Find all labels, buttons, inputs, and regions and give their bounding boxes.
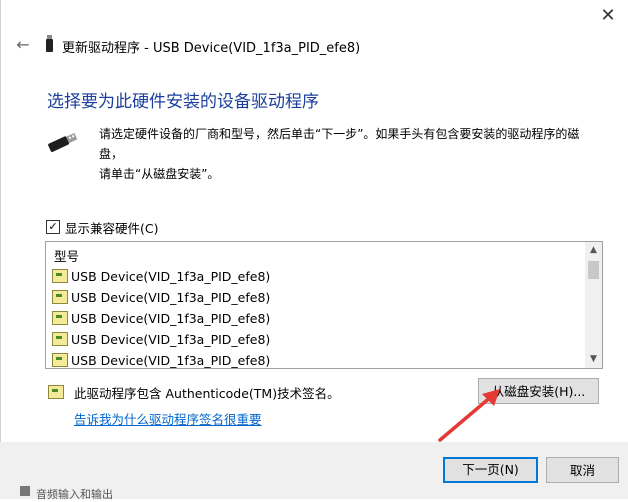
list-item[interactable]: USB Device(VID_1f3a_PID_efe8) bbox=[52, 308, 270, 328]
scroll-thumb[interactable] bbox=[588, 261, 599, 279]
page-heading: 选择要为此硬件安装的设备驱动程序 bbox=[47, 92, 319, 112]
usb-drive-icon bbox=[46, 35, 53, 52]
list-item[interactable]: USB Device(VID_1f3a_PID_efe8) bbox=[52, 287, 270, 307]
checkbox-check-icon[interactable]: ✓ bbox=[46, 220, 60, 234]
scroll-down-icon[interactable]: ▼ bbox=[585, 351, 602, 368]
driver-package-icon bbox=[52, 311, 68, 325]
scroll-up-icon[interactable]: ▲ bbox=[585, 242, 602, 259]
list-item-label: USB Device(VID_1f3a_PID_efe8) bbox=[71, 268, 271, 284]
signature-status-text: 此驱动程序包含 Authenticode(TM)技术签名。 bbox=[74, 386, 340, 401]
instruction-text: 请选定硬件设备的厂商和型号，然后单击“下一步”。如果手头有包含要安装的驱动程序的… bbox=[99, 124, 599, 184]
list-item[interactable]: USB Device(VID_1f3a_PID_efe8) bbox=[52, 266, 270, 286]
list-header-model: 型号 bbox=[54, 249, 80, 264]
instruction-line: 请单击“从磁盘安装”。 bbox=[99, 167, 220, 181]
instruction-line: 请选定硬件设备的厂商和型号，然后单击“下一步”。如果手头有包含要安装的驱动程序的… bbox=[99, 127, 580, 161]
close-button[interactable]: ✕ bbox=[594, 2, 622, 30]
list-item-label: USB Device(VID_1f3a_PID_efe8) bbox=[71, 289, 271, 305]
list-scrollbar[interactable]: ▲ ▼ bbox=[585, 242, 602, 368]
list-item-label: USB Device(VID_1f3a_PID_efe8) bbox=[71, 331, 271, 347]
driver-package-icon bbox=[52, 332, 68, 346]
signature-info-link[interactable]: 告诉我为什么驱动程序签名很重要 bbox=[74, 409, 262, 428]
usb-drive-icon bbox=[48, 132, 78, 152]
list-item[interactable]: USB Device(VID_1f3a_PID_efe8) bbox=[52, 350, 271, 368]
driver-package-icon bbox=[52, 353, 68, 367]
window-title: 更新驱动程序 - USB Device(VID_1f3a_PID_efe8) bbox=[62, 41, 361, 56]
background-window-text: 音频输入和输出 bbox=[36, 488, 113, 501]
speaker-icon bbox=[20, 486, 30, 496]
show-compatible-label: 显示兼容硬件(C) bbox=[65, 220, 159, 236]
model-listbox[interactable]: 型号 USB Device(VID_1f3a_PID_efe8) USB Dev… bbox=[45, 241, 603, 369]
have-disk-button[interactable]: 从磁盘安装(H)... bbox=[478, 378, 599, 404]
driver-package-icon bbox=[52, 290, 68, 304]
list-item-label: USB Device(VID_1f3a_PID_efe8) bbox=[71, 352, 271, 368]
show-compatible-checkbox[interactable]: ✓ 显示兼容硬件(C) bbox=[46, 218, 158, 236]
back-arrow-icon[interactable]: ← bbox=[12, 34, 34, 56]
driver-package-icon bbox=[52, 269, 68, 283]
list-item[interactable]: USB Device(VID_1f3a_PID_efe8) bbox=[52, 329, 270, 349]
next-button[interactable]: 下一页(N) bbox=[443, 457, 538, 483]
dialog-border bbox=[0, 0, 1, 499]
cancel-button[interactable]: 取消 bbox=[546, 457, 619, 483]
list-item-label: USB Device(VID_1f3a_PID_efe8) bbox=[71, 310, 271, 326]
certificate-icon bbox=[48, 385, 64, 399]
